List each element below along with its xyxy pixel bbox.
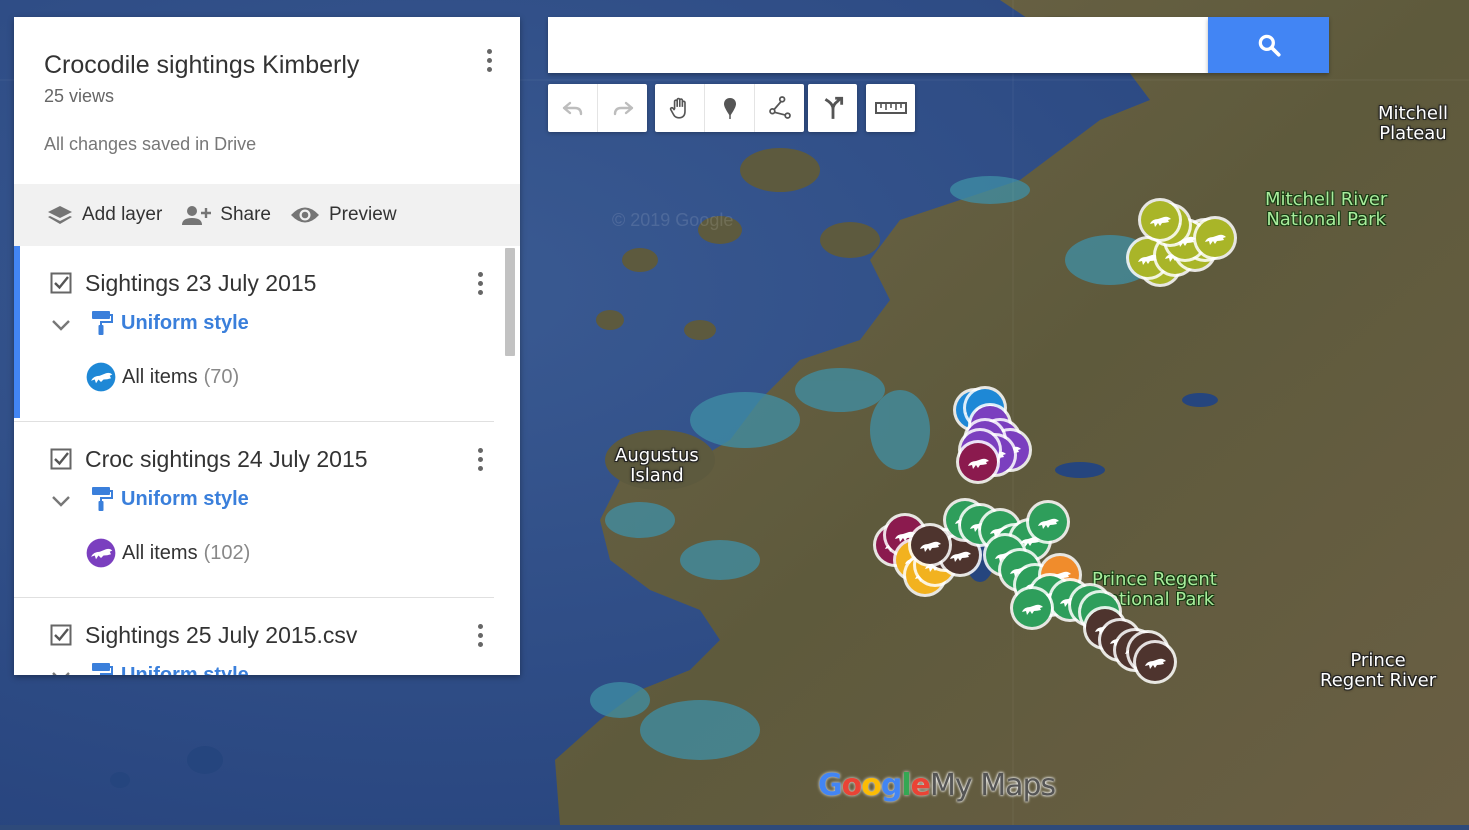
history-toolgroup xyxy=(548,84,647,132)
redo-icon xyxy=(613,101,633,116)
uniform-style-label: Uniform style xyxy=(121,663,249,676)
more-vert-icon xyxy=(477,623,483,629)
layer-item[interactable]: Sightings 25 July 2015.csv Uniform style xyxy=(14,598,494,675)
chevron-down-icon[interactable] xyxy=(50,314,72,336)
ruler-icon xyxy=(874,102,907,114)
layer-visibility-checkbox[interactable] xyxy=(50,448,72,470)
items-label: All items xyxy=(122,365,198,388)
share-label: Share xyxy=(220,204,271,225)
layer-style-link[interactable]: Uniform style xyxy=(90,486,249,512)
layer-visibility-checkbox[interactable] xyxy=(50,624,72,646)
layer-item[interactable]: Sightings 23 July 2015 Uniform style All… xyxy=(14,246,494,422)
directions-icon xyxy=(824,96,843,119)
hand-icon xyxy=(669,97,686,119)
all-items-row[interactable]: All items (70) xyxy=(86,362,239,392)
add-layer-label: Add layer xyxy=(82,204,163,225)
drawing-toolgroup xyxy=(655,84,804,132)
view-count: 25 views xyxy=(44,86,115,106)
map-options-menu[interactable] xyxy=(477,45,501,75)
select-hand-tool[interactable] xyxy=(655,84,704,132)
chevron-down-icon[interactable] xyxy=(50,666,72,675)
map-title[interactable]: Crocodile sightings Kimberly xyxy=(44,51,359,80)
draw-line-tool[interactable] xyxy=(754,84,804,132)
crocodile-icon xyxy=(86,362,116,392)
preview-label: Preview xyxy=(328,204,397,225)
sighting-marker[interactable] xyxy=(1193,216,1237,260)
add-layer-button[interactable]: Add layer xyxy=(46,204,162,226)
marker-icon xyxy=(723,98,736,119)
layer-options-menu[interactable] xyxy=(468,268,492,298)
layer-style-link[interactable]: Uniform style xyxy=(90,310,249,336)
items-label: All items xyxy=(122,541,198,564)
items-count: (70) xyxy=(203,365,240,388)
paint-roller-icon xyxy=(92,663,113,675)
more-vert-icon xyxy=(477,271,483,277)
preview-button[interactable]: Preview xyxy=(289,204,397,226)
add-person-icon xyxy=(182,206,212,225)
measure-toolgroup xyxy=(866,84,915,132)
sighting-marker[interactable] xyxy=(956,440,1000,484)
save-status: All changes saved in Drive xyxy=(44,134,257,154)
google-my-maps-logo: GoogleMy Maps xyxy=(818,768,1056,803)
redo-button[interactable] xyxy=(597,84,647,132)
layer-item[interactable]: Croc sightings 24 July 2015 Uniform styl… xyxy=(14,422,494,598)
search-button[interactable] xyxy=(1208,17,1329,73)
uniform-style-label: Uniform style xyxy=(121,487,249,510)
search-icon xyxy=(1258,34,1281,57)
scrollbar-thumb[interactable] xyxy=(505,248,515,356)
layer-style-link[interactable]: Uniform style xyxy=(90,662,249,675)
layer-list: Sightings 23 July 2015 Uniform style All… xyxy=(14,246,520,675)
more-vert-icon xyxy=(486,48,492,54)
layers-icon xyxy=(48,206,72,224)
sighting-marker[interactable] xyxy=(1026,500,1070,544)
items-count: (102) xyxy=(203,541,251,564)
sighting-marker[interactable] xyxy=(1133,640,1177,684)
share-button[interactable]: Share xyxy=(180,204,271,226)
layer-name[interactable]: Croc sightings 24 July 2015 xyxy=(85,446,368,473)
add-marker-tool[interactable] xyxy=(704,84,754,132)
directions-toolgroup xyxy=(808,84,857,132)
draw-line-icon xyxy=(768,96,791,119)
crocodile-icon xyxy=(86,538,116,568)
undo-button[interactable] xyxy=(548,84,597,132)
map-legend-panel: Crocodile sightings Kimberly 25 views Al… xyxy=(14,17,520,675)
uniform-style-label: Uniform style xyxy=(121,311,249,334)
layer-name[interactable]: Sightings 23 July 2015 xyxy=(85,270,316,297)
sighting-marker[interactable] xyxy=(1010,586,1054,630)
layer-name[interactable]: Sightings 25 July 2015.csv xyxy=(85,622,357,649)
search-input[interactable] xyxy=(548,17,1208,73)
chevron-down-icon[interactable] xyxy=(50,490,72,512)
undo-icon xyxy=(562,101,582,116)
layer-options-menu[interactable] xyxy=(468,444,492,474)
paint-roller-icon xyxy=(92,487,113,511)
paint-roller-icon xyxy=(92,311,113,335)
all-items-row[interactable]: All items (102) xyxy=(86,538,250,568)
sighting-marker[interactable] xyxy=(1138,198,1182,242)
eye-icon xyxy=(290,207,319,223)
layer-options-menu[interactable] xyxy=(468,620,492,650)
layer-visibility-checkbox[interactable] xyxy=(50,272,72,294)
more-vert-icon xyxy=(477,447,483,453)
add-directions-tool[interactable] xyxy=(808,84,857,132)
measure-distance-tool[interactable] xyxy=(866,84,915,132)
panel-actions: Add layer Share Preview xyxy=(14,184,520,246)
